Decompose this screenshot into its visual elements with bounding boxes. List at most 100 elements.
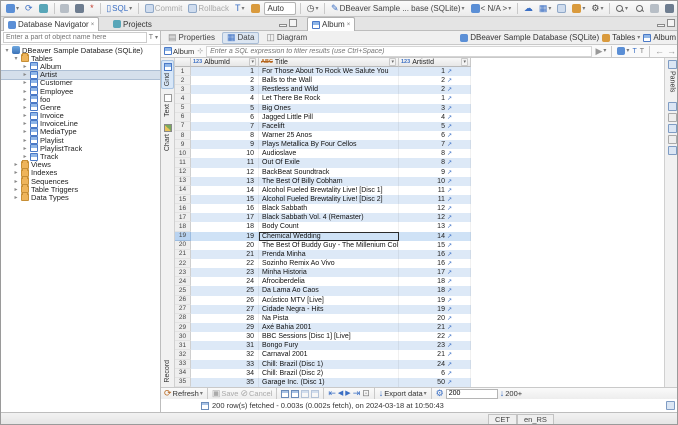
maximize-icon[interactable]	[289, 19, 297, 27]
dropdown-icon[interactable]: ▾	[548, 6, 551, 12]
row-number-cell[interactable]: 26	[175, 295, 191, 305]
active-connection-combo[interactable]: ✎ DBeaver Sample ... base (SQLite) ▾	[329, 2, 467, 15]
transaction-mode-button[interactable]: T ▾	[233, 2, 247, 15]
row-number-cell[interactable]: 15	[175, 194, 191, 205]
tree-item-mediatype[interactable]: ▸ MediaType	[1, 127, 160, 136]
cell-title[interactable]: Chill: Brazil (Disc 1)	[259, 359, 399, 369]
table-row[interactable]: 34 34 Chill: Brazil (Disc 2) 6 ↗	[175, 368, 664, 378]
expander-icon[interactable]: ▸	[22, 145, 28, 152]
dropdown-icon[interactable]: ▾	[603, 48, 606, 54]
panels-toggle-icon[interactable]	[667, 60, 677, 69]
presentation-tab-grid[interactable]: Grid	[161, 60, 174, 90]
tab-properties[interactable]: ▤ Properties	[164, 32, 219, 44]
quick-search-button[interactable]: ▾	[614, 2, 630, 15]
tree-item-playlisttrack[interactable]: ▸ PlaylistTrack	[1, 144, 160, 153]
expander-icon[interactable]: ▸	[13, 161, 19, 168]
table-row[interactable]: 4 4 Let There Be Rock 1 ↗	[175, 94, 664, 104]
expander-icon[interactable]: ▸	[22, 63, 28, 70]
row-number-cell[interactable]: 21	[175, 249, 191, 259]
table-row[interactable]: 15 15 Alcohol Fueled Brewtality Live! [Dis…	[175, 194, 664, 205]
cell-title[interactable]: Alcohol Fueled Brewtality Live! [Disc 1]	[259, 185, 399, 195]
cell-artistid[interactable]: 6 ↗	[399, 130, 471, 141]
close-icon[interactable]: ×	[347, 22, 351, 28]
table-row[interactable]: 13 13 The Best Of Billy Cobham 10 ↗	[175, 176, 664, 186]
cell-artistid[interactable]: 1 ↗	[399, 67, 471, 77]
cell-albumid[interactable]: 5	[191, 103, 259, 113]
go-to-row-icon[interactable]: ⊡	[362, 389, 370, 398]
tab-projects[interactable]: Projects	[109, 17, 156, 31]
cell-title[interactable]: Minha Historia	[259, 268, 399, 278]
add-row-icon[interactable]	[291, 389, 300, 398]
cell-albumid[interactable]: 1	[191, 67, 259, 77]
row-number-cell[interactable]: 17	[175, 213, 191, 223]
dropdown-icon[interactable]: ▾	[462, 6, 465, 12]
cell-title[interactable]: Black Sabbath	[259, 204, 399, 214]
cell-artistid[interactable]: 11 ↗	[399, 185, 471, 195]
grouping-panel-icon[interactable]	[667, 146, 677, 156]
cell-albumid[interactable]: 20	[191, 240, 259, 250]
foreign-key-link-icon[interactable]: ↗	[447, 269, 452, 276]
cell-title[interactable]: BBC Sessions [Disc 1] [Live]	[259, 332, 399, 342]
cell-albumid[interactable]: 27	[191, 304, 259, 314]
history-forward-icon[interactable]: →	[667, 46, 676, 56]
remove-filter-icon[interactable]: T	[640, 47, 644, 56]
cell-title[interactable]: Sozinho Remix Ao Vivo	[259, 258, 399, 269]
row-number-cell[interactable]: 20	[175, 240, 191, 250]
table-row[interactable]: 9 9 Plays Metallica By Four Cellos 7 ↗	[175, 140, 664, 150]
output-panel-icon[interactable]	[666, 401, 675, 410]
row-number-cell[interactable]: 6	[175, 112, 191, 122]
edit-row-icon[interactable]	[281, 389, 290, 398]
cell-title[interactable]: Black Sabbath Vol. 4 (Remaster)	[259, 213, 399, 223]
row-number-cell[interactable]: 7	[175, 121, 191, 131]
row-number-cell[interactable]: 1	[175, 67, 191, 77]
cell-albumid[interactable]: 26	[191, 295, 259, 305]
dropdown-icon[interactable]: ▾	[16, 6, 19, 12]
minimize-icon[interactable]	[657, 24, 665, 27]
table-row[interactable]: 6 6 Jagged Little Pill 4 ↗	[175, 112, 664, 122]
cell-albumid[interactable]: 8	[191, 130, 259, 141]
row-number-cell[interactable]: 33	[175, 359, 191, 369]
cell-title[interactable]: Let There Be Rock	[259, 94, 399, 104]
transaction-log-button[interactable]: ◷ ▾	[305, 2, 321, 15]
dropdown-icon[interactable]: ▾	[626, 48, 629, 54]
expander-icon[interactable]: ▾	[13, 55, 19, 62]
row-number-cell[interactable]: 35	[175, 377, 191, 387]
cell-title[interactable]: The Best Of Buddy Guy - The Millenium Co…	[259, 240, 399, 250]
expander-icon[interactable]: ▸	[13, 194, 19, 201]
foreign-key-link-icon[interactable]: ↗	[447, 95, 452, 102]
cell-albumid[interactable]: 29	[191, 322, 259, 333]
foreign-key-link-icon[interactable]: ↗	[447, 333, 452, 340]
foreign-key-link-icon[interactable]: ↗	[447, 370, 452, 377]
cell-artistid[interactable]: 23 ↗	[399, 341, 471, 351]
row-number-cell[interactable]: 4	[175, 94, 191, 104]
cell-artistid[interactable]: 19 ↗	[399, 295, 471, 305]
breadcrumb-tables[interactable]: Tables ▾	[602, 33, 640, 42]
dropdown-icon[interactable]: ▾	[242, 6, 245, 12]
table-row[interactable]: 11 11 Out Of Exile 8 ↗	[175, 158, 664, 168]
cell-albumid[interactable]: 10	[191, 149, 259, 159]
foreign-key-link-icon[interactable]: ↗	[447, 223, 452, 230]
row-number-cell[interactable]: 3	[175, 85, 191, 95]
cell-title[interactable]: Out Of Exile	[259, 158, 399, 168]
foreign-key-link-icon[interactable]: ↗	[447, 315, 452, 322]
row-number-cell[interactable]: 14	[175, 185, 191, 195]
dropdown-icon[interactable]: ▾	[200, 391, 203, 397]
row-number-cell[interactable]: 16	[175, 204, 191, 214]
dropdown-icon[interactable]: ▾	[129, 6, 132, 12]
cell-artistid[interactable]: 15 ↗	[399, 240, 471, 250]
expander-icon[interactable]: ▸	[22, 71, 28, 78]
breadcrumb-table[interactable]: Album	[643, 33, 676, 42]
cell-albumid[interactable]: 3	[191, 85, 259, 95]
maximize-icon[interactable]	[667, 19, 675, 27]
driver-manager-button[interactable]: *	[88, 2, 96, 15]
row-number-cell[interactable]: 13	[175, 176, 191, 186]
cell-artistid[interactable]: 14 ↗	[399, 231, 471, 241]
fetch-size-input[interactable]	[445, 388, 498, 399]
foreign-key-link-icon[interactable]: ↗	[447, 105, 452, 112]
presentation-tab-text[interactable]: Text	[161, 92, 174, 119]
cell-artistid[interactable]: 6 ↗	[399, 368, 471, 378]
table-row[interactable]: 29 29 Axé Bahia 2001 21 ↗	[175, 322, 664, 333]
foreign-key-link-icon[interactable]: ↗	[447, 242, 452, 249]
reconnect-button[interactable]: ⟳	[23, 2, 35, 15]
cell-artistid[interactable]: 13 ↗	[399, 222, 471, 232]
